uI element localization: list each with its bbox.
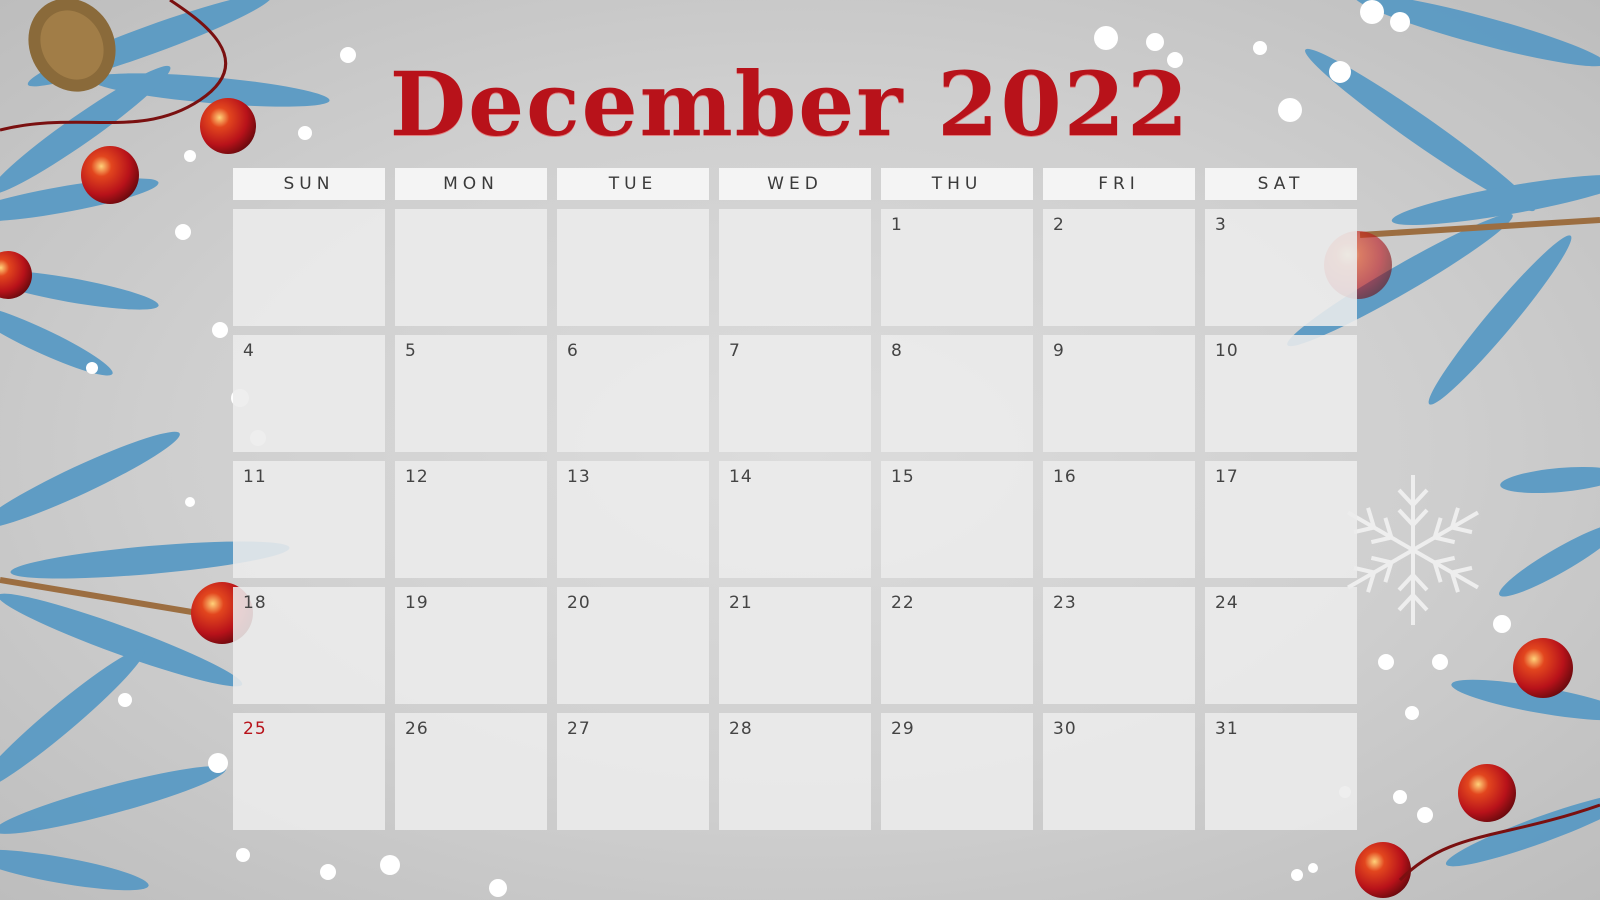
- day-number: 29: [891, 719, 915, 739]
- pine-branch-bottom-right: [1445, 466, 1600, 867]
- day-cell-25[interactable]: 25: [233, 713, 385, 830]
- day-cell-18[interactable]: 18: [233, 587, 385, 704]
- day-number: 30: [1053, 719, 1077, 739]
- day-cell-29[interactable]: 29: [881, 713, 1033, 830]
- day-cell-11[interactable]: 11: [233, 461, 385, 578]
- day-number: 16: [1053, 467, 1077, 487]
- day-number: 10: [1215, 341, 1239, 361]
- day-number: 2: [1053, 215, 1065, 235]
- day-cell-20[interactable]: 20: [557, 587, 709, 704]
- day-number: 20: [567, 593, 591, 613]
- day-number: 15: [891, 467, 915, 487]
- day-number: 23: [1053, 593, 1077, 613]
- weekday-fri: FRI: [1043, 168, 1195, 200]
- day-cell-21[interactable]: 21: [719, 587, 871, 704]
- day-number: 17: [1215, 467, 1239, 487]
- day-number: 14: [729, 467, 753, 487]
- empty-day-cell: [395, 209, 547, 326]
- day-cell-7[interactable]: 7: [719, 335, 871, 452]
- day-cell-2[interactable]: 2: [1043, 209, 1195, 326]
- weekday-mon: MON: [395, 168, 547, 200]
- day-number: 12: [405, 467, 429, 487]
- day-number: 21: [729, 593, 753, 613]
- day-number: 24: [1215, 593, 1239, 613]
- weekday-wed: WED: [719, 168, 871, 200]
- day-cell-5[interactable]: 5: [395, 335, 547, 452]
- day-number: 1: [891, 215, 903, 235]
- empty-day-cell: [557, 209, 709, 326]
- day-cell-4[interactable]: 4: [233, 335, 385, 452]
- day-cell-12[interactable]: 12: [395, 461, 547, 578]
- day-cell-17[interactable]: 17: [1205, 461, 1357, 578]
- day-cell-16[interactable]: 16: [1043, 461, 1195, 578]
- day-number: 8: [891, 341, 903, 361]
- day-cell-6[interactable]: 6: [557, 335, 709, 452]
- day-number: 31: [1215, 719, 1239, 739]
- day-cell-1[interactable]: 1: [881, 209, 1033, 326]
- day-number: 11: [243, 467, 267, 487]
- day-cell-10[interactable]: 10: [1205, 335, 1357, 452]
- weekday-tue: TUE: [557, 168, 709, 200]
- day-number: 6: [567, 341, 579, 361]
- day-number: 28: [729, 719, 753, 739]
- day-cell-30[interactable]: 30: [1043, 713, 1195, 830]
- day-number: 3: [1215, 215, 1227, 235]
- day-cell-3[interactable]: 3: [1205, 209, 1357, 326]
- day-cell-27[interactable]: 27: [557, 713, 709, 830]
- weekday-sat: SAT: [1205, 168, 1357, 200]
- day-cell-31[interactable]: 31: [1205, 713, 1357, 830]
- day-number: 9: [1053, 341, 1065, 361]
- day-number: 4: [243, 341, 255, 361]
- day-cell-23[interactable]: 23: [1043, 587, 1195, 704]
- day-number: 26: [405, 719, 429, 739]
- empty-day-cell: [233, 209, 385, 326]
- day-cell-14[interactable]: 14: [719, 461, 871, 578]
- day-cell-24[interactable]: 24: [1205, 587, 1357, 704]
- day-cell-19[interactable]: 19: [395, 587, 547, 704]
- weekday-header: SUN MON TUE WED THU FRI SAT: [233, 168, 1363, 200]
- calendar-grid: 1 2 3 4 5 6 7 8 9 10 11 12 13 14 15 16 17 18 19 20 21 22 23 24 2…: [233, 209, 1363, 830]
- weekday-sun: SUN: [233, 168, 385, 200]
- day-cell-15[interactable]: 15: [881, 461, 1033, 578]
- weekday-thu: THU: [881, 168, 1033, 200]
- day-number: 25: [243, 719, 267, 739]
- day-number: 27: [567, 719, 591, 739]
- day-cell-22[interactable]: 22: [881, 587, 1033, 704]
- day-number: 7: [729, 341, 741, 361]
- day-number: 19: [405, 593, 429, 613]
- day-number: 5: [405, 341, 417, 361]
- day-cell-13[interactable]: 13: [557, 461, 709, 578]
- day-number: 13: [567, 467, 591, 487]
- day-cell-28[interactable]: 28: [719, 713, 871, 830]
- month-year-label: December 2022: [389, 52, 1191, 156]
- day-cell-9[interactable]: 9: [1043, 335, 1195, 452]
- page-title: December 2022: [0, 52, 1600, 156]
- empty-day-cell: [719, 209, 871, 326]
- day-number: 18: [243, 593, 267, 613]
- day-cell-26[interactable]: 26: [395, 713, 547, 830]
- day-cell-8[interactable]: 8: [881, 335, 1033, 452]
- day-number: 22: [891, 593, 915, 613]
- calendar: SUN MON TUE WED THU FRI SAT 1 2 3 4 5 6 7 8 9 10 11 12 13 1…: [233, 168, 1363, 830]
